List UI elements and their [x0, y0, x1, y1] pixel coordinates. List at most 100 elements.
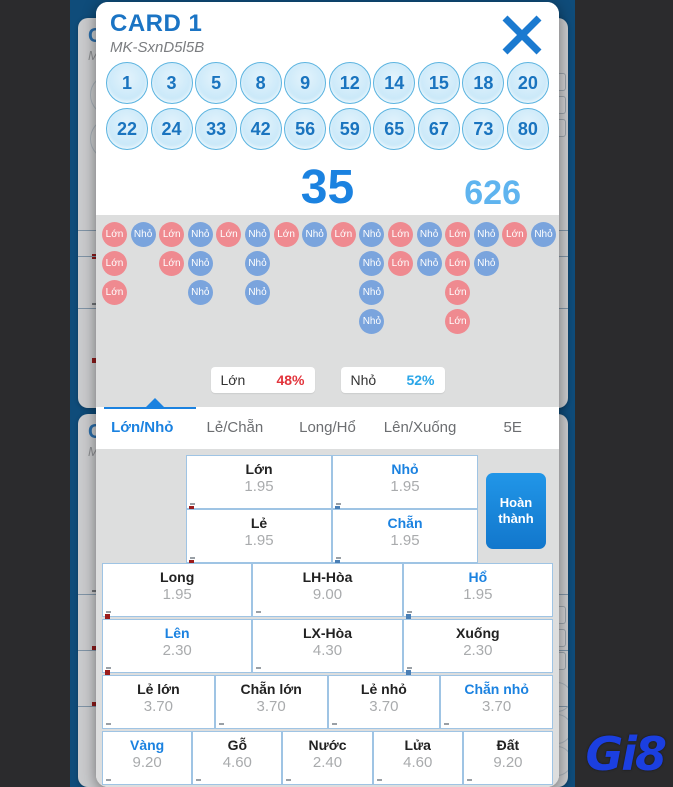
bet-odds: 1.95 [244, 478, 274, 495]
card-detail-modal: CARD 1 MK-SxnD5l5B 1 3 5 8 9 12 14 15 18 20 22 24 3… [96, 2, 559, 787]
page-title: CARD 1 [110, 10, 203, 37]
roadmap-dot-big: Lớn [502, 222, 528, 248]
number-ball: 15 [417, 62, 460, 104]
roadmap-dot-small: Nhỏ [359, 251, 385, 277]
bet-row: Lớn 1.95 Nhỏ 1.95 [186, 455, 478, 511]
bet-cell-lx-h-a[interactable]: LX-Hòa 4.30 [252, 619, 403, 673]
number-ball: 67 [417, 108, 460, 150]
bet-odds: 1.95 [390, 532, 420, 549]
tab-active-indicator [104, 398, 196, 409]
tab-4[interactable]: Lên/Xuống [374, 407, 467, 449]
modal-header: CARD 1 MK-SxnD5l5B [96, 2, 559, 58]
close-icon[interactable] [499, 12, 545, 58]
screen: CARD 1 MK-SxnD5l5B CARD 1 MK-SxnD5l5B Gi… [0, 0, 673, 787]
bet-dash-marker [190, 557, 195, 559]
bet-cell-l-l-n[interactable]: Lẻ lớn 3.70 [102, 675, 215, 729]
bet-odds: 3.70 [369, 698, 399, 715]
bet-cell-ch-n-nh-[interactable]: Chẵn nhỏ 3.70 [440, 675, 553, 729]
bet-name: Xuống [456, 625, 500, 641]
bet-name: Đất [496, 737, 520, 753]
bet-group-combo4: Lẻ lớn 3.70 Chẵn lớn 3.70 Lẻ nhỏ 3.70 Chẵn nhỏ… [96, 675, 559, 729]
roadmap-dot-big: Lớn [388, 222, 413, 248]
bet-name: LH-Hòa [302, 569, 353, 585]
bet-odds: 3.70 [482, 698, 512, 715]
bet-name: Lên [164, 625, 190, 641]
drawn-numbers-row-1: 1 3 5 8 9 12 14 15 18 20 [106, 62, 549, 104]
roadmap-dot-small: Nhỏ [359, 280, 385, 306]
bet-cell-long[interactable]: Long 1.95 [102, 563, 253, 619]
number-ball: 22 [106, 108, 148, 150]
bet-name: Hổ [468, 569, 488, 585]
number-ball: 33 [195, 108, 238, 150]
bet-row: Lẻ lớn 3.70 Chẵn lớn 3.70 Lẻ nhỏ 3.70 Chẵn nhỏ… [102, 675, 553, 729]
number-ball: 3 [150, 62, 193, 104]
bet-cell-l-a[interactable]: Lửa 4.60 [372, 731, 463, 785]
bet-cell--t[interactable]: Đất 9.20 [462, 731, 554, 785]
bet-name: Chẵn lớn [240, 681, 302, 697]
bet-dash-marker [106, 667, 111, 669]
number-ball: 8 [239, 62, 282, 104]
tab-1[interactable]: Lớn/Nhỏ [96, 407, 189, 449]
bet-dash-marker [406, 611, 412, 613]
percent-value: 48% [276, 372, 305, 388]
drawn-numbers-row-2: 22 24 33 42 56 59 65 67 73 80 [106, 108, 549, 150]
tab-3[interactable]: Long/Hổ [281, 407, 374, 449]
roadmap-grid: Lớn Lớn Lớn Nhỏ Lớn Lớn Nhỏ Nhỏ Nhỏ Lớn Nhỏ Nhỏ Nhỏ L… [96, 215, 559, 361]
bet-row: Lẻ 1.95 Chẵn 1.95 [186, 509, 478, 565]
roadmap-dot-big: Lớn [273, 222, 299, 248]
roadmap-dot-big: Lớn [102, 280, 127, 306]
bet-name: Lớn [245, 461, 273, 477]
bet-cell-v-ng[interactable]: Vàng 9.20 [102, 731, 193, 785]
number-ball: 59 [328, 108, 371, 150]
bet-cell-ch-n[interactable]: Chẵn 1.95 [332, 509, 478, 565]
bet-cell-g-[interactable]: Gỗ 4.60 [192, 731, 283, 785]
bet-name: Chẵn nhỏ [464, 681, 529, 697]
bet-dash-marker [106, 779, 111, 781]
finish-button[interactable]: Hoàn thành [486, 473, 546, 549]
bet-cell-h-[interactable]: Hổ 1.95 [402, 563, 553, 619]
tab-5[interactable]: 5E [466, 407, 559, 449]
bet-cell-ch-n-l-n[interactable]: Chẵn lớn 3.70 [214, 675, 328, 729]
bet-dash-marker [218, 723, 224, 725]
number-ball: 65 [373, 108, 416, 150]
percentage-summary: Lớn 48% Nhỏ 52% [96, 361, 559, 407]
bet-name: Chẵn [387, 515, 423, 531]
bet-cell-nh-[interactable]: Nhỏ 1.95 [332, 455, 478, 511]
bet-dash-marker [256, 667, 262, 669]
roadmap-dot-small: Nhỏ [531, 222, 556, 248]
roadmap-dot-small: Nhỏ [416, 251, 442, 277]
bet-cell-lh-h-a[interactable]: LH-Hòa 9.00 [252, 563, 403, 617]
bet-cell-n-c[interactable]: Nước 2.40 [282, 731, 373, 785]
bet-cell-xu-ng[interactable]: Xuống 2.30 [402, 619, 553, 675]
bet-odds: 1.95 [162, 586, 192, 603]
roadmap-dot-small: Nhỏ [187, 222, 213, 248]
tab-2[interactable]: Lẻ/Chẵn [189, 407, 282, 449]
percent-chip: Lớn 48% [210, 367, 315, 393]
bet-name: Vàng [129, 737, 165, 753]
roadmap-dot-small: Nhỏ [359, 309, 385, 335]
bet-odds: 9.20 [132, 754, 162, 771]
bet-name: Lẻ lớn [137, 681, 180, 697]
bet-dash-marker [331, 723, 337, 725]
bet-cell-l-n[interactable]: Lên 2.30 [102, 619, 253, 675]
number-ball: 73 [462, 108, 505, 150]
card-code: MK-SxnD5l5B [110, 39, 205, 56]
bet-row: Vàng 9.20 Gỗ 4.60 Nước 2.40 Lửa 4.60 Đất 9.20 [102, 731, 554, 785]
bet-dash-marker [336, 503, 341, 505]
bet-dash-marker [376, 779, 382, 781]
bet-board: Lớn 1.95 Nhỏ 1.95 Lẻ 1.95 Chẵn 1.95 Hoàn thành … [96, 449, 559, 787]
roadmap-dot-small: Nhỏ [245, 280, 270, 306]
bet-odds: 2.30 [463, 642, 493, 659]
bet-cell-l-[interactable]: Lẻ 1.95 [186, 509, 332, 565]
roadmap-dot-big: Lớn [445, 251, 471, 277]
roadmap-dot-small: Nhỏ [187, 280, 213, 306]
bet-row: Long 1.95 LH-Hòa 9.00 Hổ 1.95 [102, 563, 553, 619]
bet-odds: 9.00 [312, 586, 343, 603]
bet-dash-marker [190, 503, 195, 505]
bet-name: Lửa [404, 737, 431, 753]
percent-chip: Nhỏ 52% [340, 367, 445, 393]
bet-row: Lên 2.30 LX-Hòa 4.30 Xuống 2.30 [102, 619, 553, 675]
bet-cell-l-nh-[interactable]: Lẻ nhỏ 3.70 [327, 675, 441, 729]
number-ball: 20 [506, 62, 549, 104]
bet-cell-l-n[interactable]: Lớn 1.95 [186, 455, 332, 511]
